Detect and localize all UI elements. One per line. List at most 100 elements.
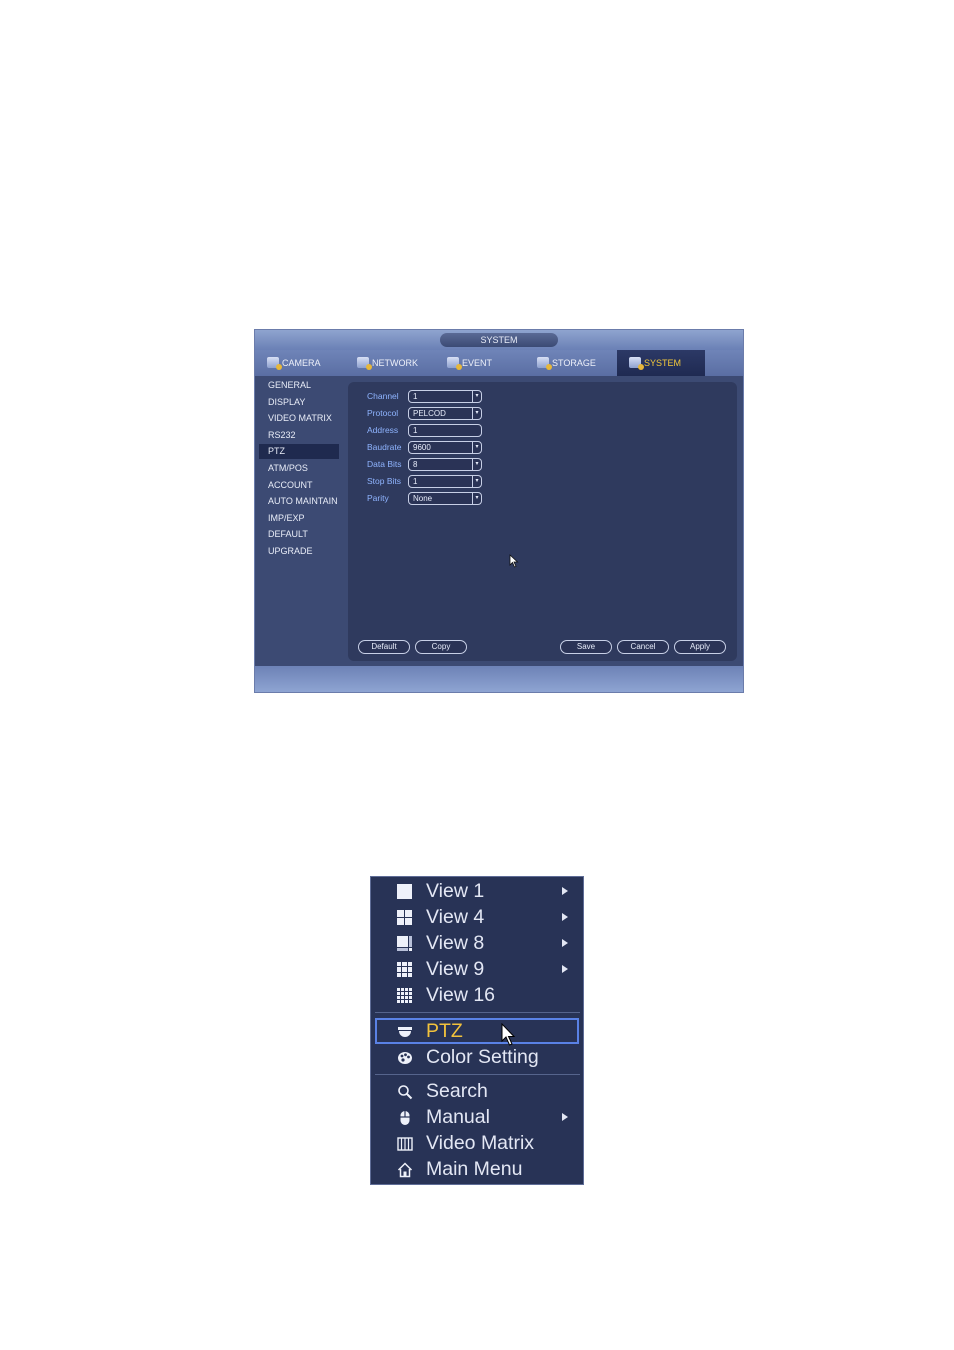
camera-icon (267, 357, 282, 370)
submenu-arrow-icon (562, 939, 568, 947)
menu-item-label: View 16 (426, 984, 496, 1006)
sidebar-item-ptz[interactable]: PTZ (259, 444, 339, 460)
view-8-icon (397, 936, 413, 952)
copy-button[interactable]: Copy (415, 640, 467, 654)
menu-item-ptz[interactable]: PTZ (375, 1018, 579, 1046)
home-icon (397, 1162, 413, 1178)
context-menu: View 1 View 4 View 8 View 9 View 16 PTZ … (370, 876, 584, 1185)
color-palette-icon (397, 1050, 413, 1066)
menu-item-label: Color Setting (426, 1046, 539, 1068)
submenu-arrow-icon (562, 887, 568, 895)
sidebar-item-auto-maintain[interactable]: AUTO MAINTAIN (259, 494, 339, 509)
title-bar: SYSTEM (255, 330, 743, 350)
address-row: Address 1 (348, 424, 548, 437)
sidebar-item-default[interactable]: DEFAULT (259, 527, 339, 542)
dropdown-arrow-icon: ▾ (472, 459, 481, 470)
field-label: Baudrate (367, 442, 402, 452)
field-value: 8 (413, 460, 418, 469)
baudrate-dropdown[interactable]: 9600 ▾ (408, 441, 482, 454)
field-value: None (413, 494, 433, 503)
ptz-settings-panel: Channel 1 ▾ Protocol PELCOD ▾ Address 1 … (348, 382, 737, 661)
protocol-row: Protocol PELCOD ▾ (348, 407, 548, 420)
address-input[interactable]: 1 (408, 424, 482, 437)
data-bits-row: Data Bits 8 ▾ (348, 458, 548, 471)
parity-dropdown[interactable]: None ▾ (408, 492, 482, 505)
dropdown-arrow-icon: ▾ (472, 442, 481, 453)
sidebar: GENERAL DISPLAY VIDEO MATRIX RS232 PTZ A… (255, 376, 347, 666)
parity-row: Parity None ▾ (348, 492, 548, 505)
menu-item-label: Video Matrix (426, 1132, 535, 1154)
menu-item-label: Search (426, 1080, 488, 1102)
field-value: PELCOD (413, 409, 446, 418)
field-value: 1 (413, 392, 418, 401)
submenu-arrow-icon (562, 1113, 568, 1121)
status-bar (255, 666, 743, 692)
field-value: 1 (413, 477, 418, 486)
sidebar-item-rs232[interactable]: RS232 (259, 428, 339, 443)
view-1-icon (397, 884, 413, 900)
cancel-button[interactable]: Cancel (617, 640, 669, 654)
tab-network[interactable]: NETWORK (345, 350, 433, 376)
system-icon (629, 357, 644, 370)
tab-label: STORAGE (552, 358, 596, 368)
video-matrix-icon (397, 1136, 413, 1152)
tab-system[interactable]: SYSTEM (617, 350, 705, 376)
apply-button[interactable]: Apply (674, 640, 726, 654)
view-16-icon (397, 988, 413, 1004)
storage-icon (537, 357, 552, 370)
menu-item-view-8[interactable]: View 8 (371, 930, 583, 956)
field-label: Stop Bits (367, 476, 402, 486)
stop-bits-dropdown[interactable]: 1 ▾ (408, 475, 482, 488)
submenu-arrow-icon (562, 965, 568, 973)
menu-item-label: View 1 (426, 880, 485, 902)
dropdown-arrow-icon: ▾ (472, 493, 481, 504)
tab-camera[interactable]: CAMERA (255, 350, 343, 376)
sidebar-item-general[interactable]: GENERAL (259, 378, 339, 393)
view-9-icon (397, 962, 413, 978)
sidebar-item-imp-exp[interactable]: IMP/EXP (259, 511, 339, 526)
menu-item-label: Manual (426, 1106, 490, 1128)
save-button[interactable]: Save (560, 640, 612, 654)
tab-label: SYSTEM (644, 358, 682, 368)
menu-item-label: View 9 (426, 958, 485, 980)
sidebar-item-upgrade[interactable]: UPGRADE (259, 544, 339, 559)
protocol-dropdown[interactable]: PELCOD ▾ (408, 407, 482, 420)
dropdown-arrow-icon: ▾ (472, 391, 481, 402)
menu-item-label: PTZ (426, 1020, 463, 1042)
window-title: SYSTEM (440, 333, 558, 347)
menu-item-view-1[interactable]: View 1 (371, 878, 583, 904)
dropdown-arrow-icon: ▾ (472, 476, 481, 487)
menu-divider (375, 1074, 580, 1075)
sidebar-item-display[interactable]: DISPLAY (259, 395, 339, 410)
view-4-icon (397, 910, 413, 926)
menu-item-manual[interactable]: Manual (371, 1104, 583, 1130)
tab-label: EVENT (462, 358, 493, 368)
menu-item-view-4[interactable]: View 4 (371, 904, 583, 930)
menu-item-video-matrix[interactable]: Video Matrix (371, 1130, 583, 1156)
default-button[interactable]: Default (358, 640, 410, 654)
tab-label: NETWORK (372, 358, 418, 368)
stop-bits-row: Stop Bits 1 ▾ (348, 475, 548, 488)
tab-event[interactable]: EVENT (435, 350, 523, 376)
menu-item-label: View 8 (426, 932, 485, 954)
data-bits-dropdown[interactable]: 8 ▾ (408, 458, 482, 471)
menu-item-color-setting[interactable]: Color Setting (371, 1044, 583, 1070)
menu-item-view-9[interactable]: View 9 (371, 956, 583, 982)
ptz-dome-icon (397, 1024, 413, 1040)
channel-dropdown[interactable]: 1 ▾ (408, 390, 482, 403)
field-label: Address (367, 425, 399, 435)
system-settings-window: SYSTEM CAMERA NETWORK EVENT STORAGE SYST… (254, 329, 744, 693)
field-label: Data Bits (367, 459, 402, 469)
menu-item-label: View 4 (426, 906, 485, 928)
baudrate-row: Baudrate 9600 ▾ (348, 441, 548, 454)
menu-item-search[interactable]: Search (371, 1078, 583, 1104)
dropdown-arrow-icon: ▾ (472, 408, 481, 419)
field-label: Channel (367, 391, 399, 401)
tab-storage[interactable]: STORAGE (525, 350, 613, 376)
search-icon (397, 1084, 413, 1100)
menu-item-view-16[interactable]: View 16 (371, 982, 583, 1008)
sidebar-item-account[interactable]: ACCOUNT (259, 478, 339, 493)
sidebar-item-atm-pos[interactable]: ATM/POS (259, 461, 339, 476)
menu-item-main-menu[interactable]: Main Menu (371, 1156, 583, 1182)
sidebar-item-video-matrix[interactable]: VIDEO MATRIX (259, 411, 339, 426)
